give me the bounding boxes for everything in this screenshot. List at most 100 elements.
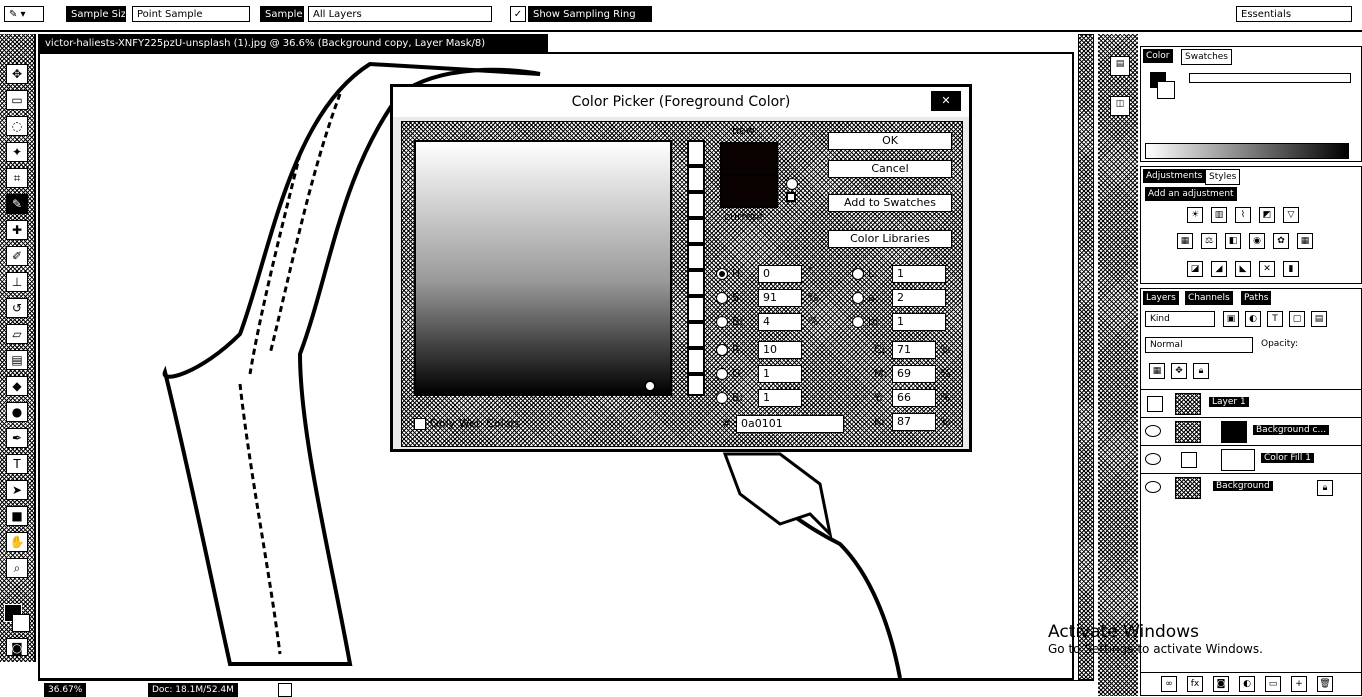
properties-panel-icon[interactable]: ◫ (1110, 96, 1130, 116)
add-mask-icon[interactable]: ◙ (1213, 676, 1229, 692)
layer-mask-thumbnail[interactable] (1221, 449, 1255, 471)
swatches-tab[interactable]: Swatches (1181, 49, 1232, 65)
red-field[interactable]: 10 (758, 341, 802, 359)
hue-radio[interactable] (716, 268, 728, 280)
pen-tool-icon[interactable]: ✒ (6, 428, 28, 448)
lab-b-field[interactable]: 1 (892, 313, 946, 331)
path-select-icon[interactable]: ➤ (6, 480, 28, 500)
filter-type-icon[interactable]: T (1267, 311, 1283, 327)
black-field[interactable]: 87 (892, 413, 936, 431)
color-lookup-icon[interactable]: ▦ (1297, 233, 1313, 249)
lab-a-field[interactable]: 2 (892, 289, 946, 307)
threshold-icon[interactable]: ◣ (1235, 261, 1251, 277)
paths-tab[interactable]: Paths (1241, 291, 1272, 305)
blend-mode-select[interactable]: Normal (1145, 337, 1253, 353)
filter-shape-icon[interactable]: ▢ (1289, 311, 1305, 327)
blue-radio[interactable] (716, 392, 728, 404)
adjustments-tab[interactable]: Adjustments (1143, 169, 1206, 183)
styles-tab[interactable]: Styles (1205, 169, 1241, 185)
invert-icon[interactable]: ◪ (1187, 261, 1203, 277)
eyedropper-tool-icon[interactable]: ✎ ▾ (4, 6, 44, 22)
lab-a-radio[interactable] (852, 292, 864, 304)
sample-size-select[interactable]: Point Sample (132, 6, 250, 22)
canvas-vertical-scrollbar[interactable] (1078, 34, 1094, 680)
gradient-tool-icon[interactable]: ▤ (6, 350, 28, 370)
link-layers-icon[interactable]: ∞ (1161, 676, 1177, 692)
magenta-field[interactable]: 69 (892, 365, 936, 383)
lab-b-radio[interactable] (852, 316, 864, 328)
levels-icon[interactable]: ▥ (1211, 207, 1227, 223)
layer-style-icon[interactable]: fx (1187, 676, 1203, 692)
current-color-swatch[interactable] (720, 176, 778, 208)
workspace-select[interactable]: Essentials (1236, 6, 1352, 22)
zoom-level[interactable]: 36.67% (44, 683, 87, 697)
gamut-warning-icon[interactable] (786, 178, 798, 190)
shape-tool-icon[interactable]: ■ (6, 506, 28, 526)
ok-button[interactable]: OK (828, 132, 952, 150)
history-brush-icon[interactable]: ↺ (6, 298, 28, 318)
red-radio[interactable] (716, 344, 728, 356)
eye-icon[interactable] (1145, 453, 1161, 465)
new-group-icon[interactable]: ▭ (1265, 676, 1281, 692)
layer-row[interactable]: Background 🔒︎ (1141, 473, 1361, 501)
filter-smart-icon[interactable]: ▤ (1311, 311, 1327, 327)
quick-select-tool-icon[interactable]: ✦ (6, 142, 28, 162)
color-slider[interactable] (1189, 73, 1351, 83)
blur-tool-icon[interactable]: ◆ (6, 376, 28, 396)
color-balance-icon[interactable]: ⚖ (1201, 233, 1217, 249)
layer-row[interactable]: Layer 1 (1141, 389, 1361, 417)
color-libraries-button[interactable]: Color Libraries (828, 230, 952, 248)
color-field-cursor[interactable] (644, 380, 656, 392)
gradient-map-icon[interactable]: ▮ (1283, 261, 1299, 277)
green-radio[interactable] (716, 368, 728, 380)
close-icon[interactable]: ✕ (931, 91, 961, 111)
posterize-icon[interactable]: ◢ (1211, 261, 1227, 277)
cancel-button[interactable]: Cancel (828, 160, 952, 178)
lock-position-icon[interactable]: ✥ (1171, 363, 1187, 379)
history-panel-icon[interactable]: ▤ (1110, 56, 1130, 76)
delete-layer-icon[interactable]: 🗑︎ (1317, 676, 1333, 692)
channels-tab[interactable]: Channels (1185, 291, 1233, 305)
brush-tool-icon[interactable]: ✐ (6, 246, 28, 266)
zoom-tool-icon[interactable]: ⌕ (6, 558, 28, 578)
hue-saturation-icon[interactable]: ▦ (1177, 233, 1193, 249)
eraser-tool-icon[interactable]: ▱ (6, 324, 28, 344)
only-web-colors-checkbox[interactable] (414, 418, 426, 430)
hue-field[interactable]: 0 (758, 265, 802, 283)
vibrance-icon[interactable]: ▽ (1283, 207, 1299, 223)
lock-all-icon[interactable]: 🔒︎ (1193, 363, 1209, 379)
photo-filter-icon[interactable]: ◉ (1249, 233, 1265, 249)
blue-field[interactable]: 1 (758, 389, 802, 407)
lock-pixels-icon[interactable]: ▦ (1149, 363, 1165, 379)
web-safe-warning-icon[interactable] (786, 192, 796, 202)
visibility-toggle-icon[interactable] (1147, 396, 1163, 412)
type-tool-icon[interactable]: T (6, 454, 28, 474)
move-tool-icon[interactable]: ✥ (6, 64, 28, 84)
lab-l-radio[interactable] (852, 268, 864, 280)
color-ramp[interactable] (1145, 143, 1349, 159)
quick-mask-icon[interactable]: ◙ (6, 638, 28, 656)
saturation-radio[interactable] (716, 292, 728, 304)
lab-l-field[interactable]: 1 (892, 265, 946, 283)
clone-stamp-icon[interactable]: ⊥ (6, 272, 28, 292)
selective-color-icon[interactable]: ✕ (1259, 261, 1275, 277)
eyedropper-icon[interactable]: ✎ (6, 194, 28, 214)
curves-icon[interactable]: ⌇ (1235, 207, 1251, 223)
new-adjustment-icon[interactable]: ◐ (1239, 676, 1255, 692)
cyan-field[interactable]: 71 (892, 341, 936, 359)
sample-select[interactable]: All Layers (308, 6, 492, 22)
color-tab[interactable]: Color (1143, 49, 1173, 63)
green-field[interactable]: 1 (758, 365, 802, 383)
lasso-tool-icon[interactable]: ◌ (6, 116, 28, 136)
brightness-radio[interactable] (716, 316, 728, 328)
layer-mask-thumbnail[interactable] (1221, 421, 1247, 443)
layer-row[interactable]: Color Fill 1 (1141, 445, 1361, 473)
brightness-contrast-icon[interactable]: ☀ (1187, 207, 1203, 223)
hex-field[interactable]: 0a0101 (736, 415, 844, 433)
filter-adjustment-icon[interactable]: ◐ (1245, 311, 1261, 327)
document-tab[interactable]: victor-haliests-XNFY225pzU-unsplash (1).… (38, 34, 548, 52)
filter-pixel-icon[interactable]: ▣ (1223, 311, 1239, 327)
layers-tab[interactable]: Layers (1143, 291, 1179, 305)
hue-slider[interactable] (687, 140, 705, 396)
background-color-swatch[interactable] (12, 614, 30, 632)
